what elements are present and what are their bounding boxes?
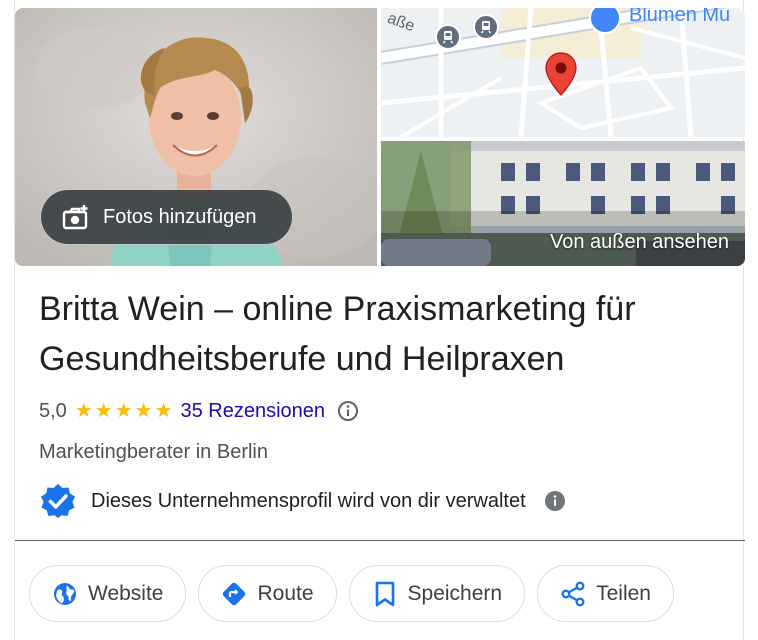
share-icon [560,581,586,607]
media-gallery: Fotos hinzufügen aße Blumen Mu Von außen… [15,8,745,266]
share-button[interactable]: Teilen [537,565,674,622]
section-divider [15,540,745,541]
add-photos-label: Fotos hinzufügen [103,206,257,228]
rating-value: 5,0 [39,399,67,422]
add-photos-button[interactable]: Fotos hinzufügen [40,189,293,245]
verified-badge-icon [41,484,75,518]
website-button[interactable]: Website [29,565,187,622]
verified-text: Dieses Unternehmensprofil wird von dir v… [91,489,526,512]
business-name: Britta Wein – online Praxismarketing für… [39,290,636,378]
star-icon: ★ [94,400,113,422]
main-photo[interactable]: Fotos hinzufügen [15,8,377,266]
star-rating: ★ ★ ★ ★ ★ [75,401,173,421]
location-pin-icon [545,52,577,101]
reviews-link[interactable]: 35 Rezensionen [181,400,326,423]
save-button[interactable]: Speichern [348,565,526,622]
route-button[interactable]: Route [198,565,337,622]
info-icon[interactable] [337,400,359,422]
directions-icon [221,581,247,607]
globe-icon [52,581,78,607]
street-view-preview[interactable]: Von außen ansehen [381,141,745,266]
website-button-label: Website [88,582,164,605]
info-filled-icon[interactable] [544,490,566,512]
share-button-label: Teilen [596,582,651,605]
verified-notice: Dieses Unternehmensprofil wird von dir v… [39,482,566,520]
star-icon: ★ [134,400,153,422]
star-icon: ★ [114,400,133,422]
route-button-label: Route [257,582,314,605]
save-button-label: Speichern [407,582,503,605]
star-icon: ★ [74,400,93,422]
tram-stop-icon [435,24,461,50]
action-buttons: Website Route Speichern Teilen [29,565,674,622]
business-category: Marketingberater in Berlin [39,441,268,463]
map-preview[interactable]: aße Blumen Mu [381,8,745,137]
rating-row: 5,0 ★ ★ ★ ★ ★ 35 Rezensionen [39,398,359,424]
street-view-label: Von außen ansehen [549,231,729,253]
camera-plus-icon [61,202,91,232]
business-profile-card: Fotos hinzufügen aße Blumen Mu Von außen… [14,0,745,640]
star-icon: ★ [154,400,173,422]
bookmark-icon [372,581,398,607]
tram-stop-icon [473,14,499,40]
map-place-label: Blumen Mu [629,8,731,26]
